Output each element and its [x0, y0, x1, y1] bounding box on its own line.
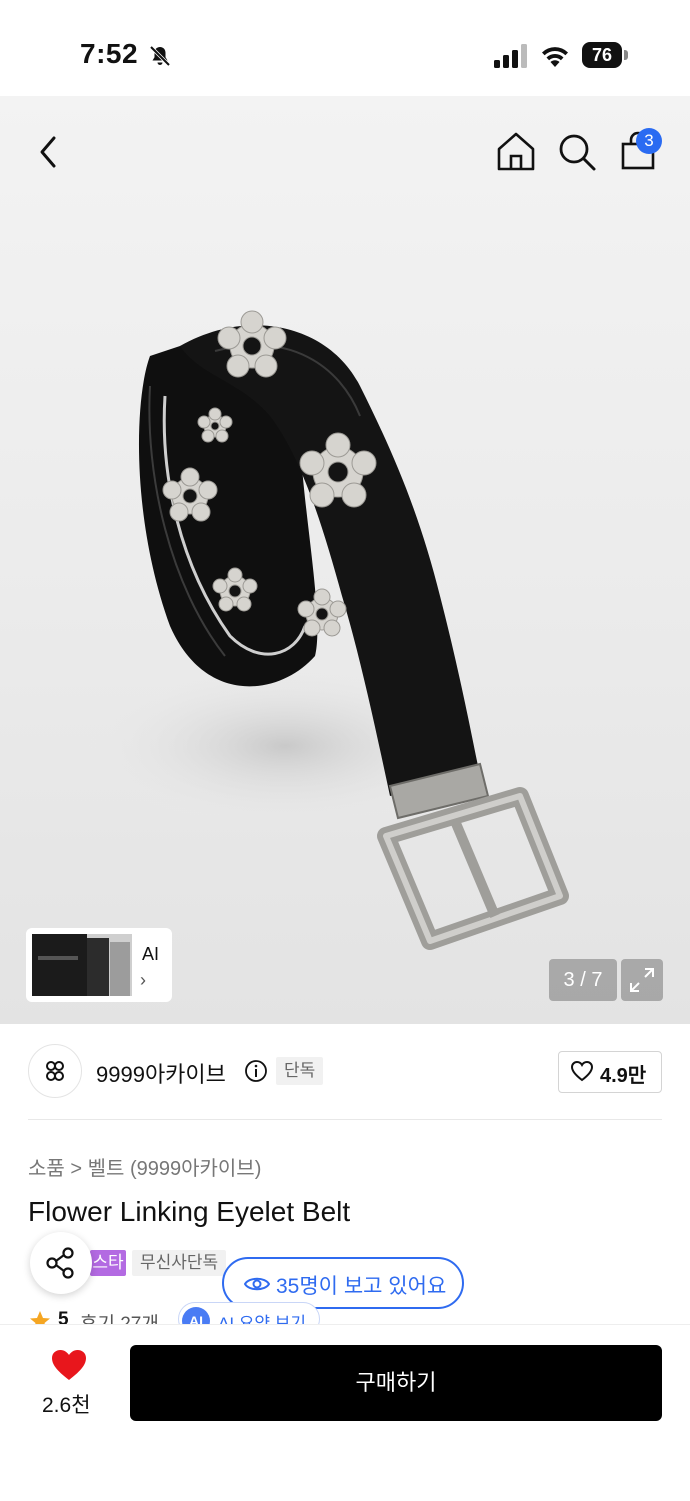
buy-button[interactable]: 구매하기: [130, 1345, 662, 1421]
ai-styling-label: AI: [142, 944, 160, 964]
eye-icon: [244, 1277, 270, 1291]
brand-like-count: 4.9만: [600, 1065, 647, 1087]
share-button[interactable]: [30, 1232, 92, 1294]
wifi-icon: [542, 47, 568, 67]
product-image-gallery[interactable]: [0, 96, 690, 1024]
cellular-signal-icon: [494, 44, 527, 68]
exclusive-tag: 단독: [276, 1057, 324, 1085]
brand-logo[interactable]: [28, 1044, 82, 1098]
ai-styling-thumbnail: [32, 934, 132, 996]
image-counter: 3 / 7: [549, 959, 617, 1001]
share-icon: [46, 1247, 74, 1279]
battery-indicator: 76: [582, 42, 622, 68]
divider: [28, 1119, 662, 1120]
product-title: Flower Linking Eyelet Belt: [28, 1196, 351, 1227]
search-icon[interactable]: [553, 128, 601, 176]
home-icon[interactable]: [492, 128, 540, 176]
cart-count-badge: 3: [636, 128, 662, 154]
live-viewers-text: 35명이 보고 있어요: [276, 1275, 447, 1298]
info-icon[interactable]: [244, 1059, 268, 1083]
musinsa-exclusive-badge: 무신사단독: [132, 1250, 227, 1276]
heart-filled-icon[interactable]: [50, 1348, 88, 1382]
wish-count: 2.6천: [42, 1394, 91, 1417]
heart-outline-icon: [570, 1060, 594, 1082]
battery-tip: [624, 50, 628, 60]
bell-slash-icon: [149, 45, 171, 67]
back-chevron-icon[interactable]: [26, 128, 74, 176]
expand-icon[interactable]: [621, 959, 663, 1001]
category-breadcrumb[interactable]: 소품 > 벨트 (9999아카이브): [28, 1152, 261, 1181]
chevron-right-icon: ›: [140, 970, 146, 990]
brand-name[interactable]: 9999아카이브: [96, 1057, 226, 1089]
product-photo-belt: [85, 310, 569, 950]
brand-logo-mark: [46, 1061, 64, 1081]
star-badge: 스타: [90, 1250, 126, 1276]
status-time: 7:52: [80, 38, 139, 69]
